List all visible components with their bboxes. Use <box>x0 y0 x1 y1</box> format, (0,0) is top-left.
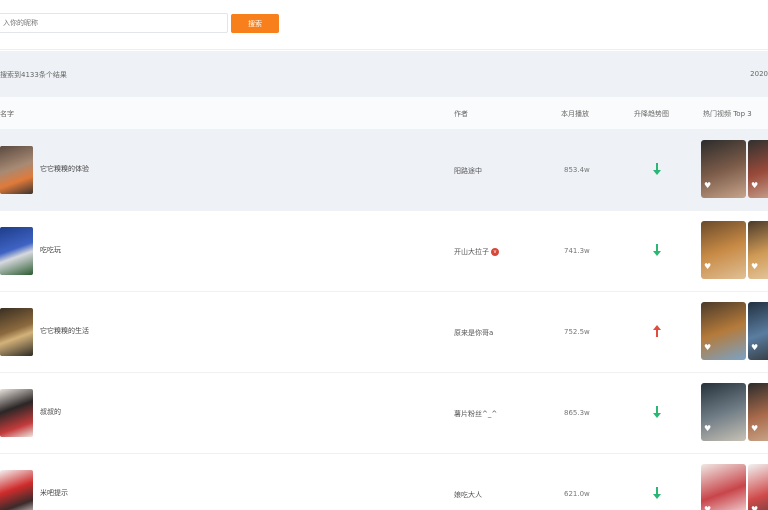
play-count: 621.0w <box>564 490 590 498</box>
heart-icon: ♥ <box>704 262 712 271</box>
top-video-thumbnail[interactable]: ♥ <box>748 383 768 441</box>
heart-icon: ♥ <box>704 424 712 433</box>
author-name[interactable]: 开山大拉子 v <box>454 247 499 257</box>
column-author[interactable]: 作者 <box>454 109 468 119</box>
author-name[interactable]: 原来是你哥a <box>454 328 493 338</box>
account-name[interactable]: 它它糗糗的生活 <box>40 326 89 336</box>
search-button[interactable]: 搜索 <box>231 14 279 33</box>
play-count: 752.5w <box>564 328 590 336</box>
heart-icon: ♥ <box>751 424 759 433</box>
play-count: 853.4w <box>564 166 590 174</box>
author-text: 阳路途中 <box>454 167 482 175</box>
trend-down-arrow-icon <box>653 163 661 175</box>
verified-badge-icon: v <box>491 248 499 256</box>
top-video-thumbnail[interactable]: ♥ <box>748 464 768 510</box>
account-name[interactable]: 米吧提示 <box>40 488 68 498</box>
result-count-text: 搜索到4133条个结果 <box>0 71 67 79</box>
top-video-thumbnail[interactable]: ♥ <box>701 464 746 510</box>
trend-up-arrow-icon <box>653 325 661 337</box>
column-trend[interactable]: 升降趋势图 <box>634 109 669 119</box>
top-video-thumbnail[interactable]: ♥ <box>748 140 768 198</box>
heart-icon: ♥ <box>704 505 712 510</box>
account-name[interactable]: 吃吃玩 <box>40 245 61 255</box>
heart-icon: ♥ <box>751 181 759 190</box>
account-avatar[interactable] <box>0 389 33 437</box>
author-text: 开山大拉子 <box>454 248 489 256</box>
top-video-thumbnail[interactable]: ♥ <box>701 383 746 441</box>
top-search-bar: 搜索 <box>0 0 768 50</box>
heart-icon: ♥ <box>704 343 712 352</box>
account-avatar[interactable] <box>0 308 33 356</box>
column-name[interactable]: 名字 <box>0 109 14 119</box>
author-text: 原来是你哥a <box>454 329 494 337</box>
result-date-text: 2020 <box>750 70 768 78</box>
account-avatar[interactable] <box>0 146 33 194</box>
author-text: 娘吃大人 <box>454 491 482 499</box>
column-top-videos[interactable]: 热门视频 Top 3 <box>703 109 752 119</box>
table-row[interactable]: 它它糗糗的体验 阳路途中 853.4w ♥ ♥ <box>0 130 768 211</box>
account-avatar[interactable] <box>0 227 33 275</box>
account-avatar[interactable] <box>0 470 33 510</box>
table-row[interactable]: 它它糗糗的生活 原来是你哥a 752.5w ♥ ♥ <box>0 292 768 373</box>
result-summary-bar: 搜索到4133条个结果 2020 <box>0 51 768 97</box>
top-video-thumbnail[interactable]: ♥ <box>748 302 768 360</box>
table-row[interactable]: 叔叔的 薯片粉丝^_^ 865.3w ♥ ♥ <box>0 373 768 454</box>
top-video-thumbnail[interactable]: ♥ <box>748 221 768 279</box>
heart-icon: ♥ <box>751 262 759 271</box>
heart-icon: ♥ <box>751 505 759 510</box>
search-input[interactable] <box>0 13 228 33</box>
trend-down-arrow-icon <box>653 487 661 499</box>
top-video-thumbnail[interactable]: ♥ <box>701 221 746 279</box>
author-text: 薯片粉丝^_^ <box>454 410 498 418</box>
table-header: 名字 作者 本月播放 升降趋势图 热门视频 Top 3 <box>0 97 768 130</box>
table-row[interactable]: 吃吃玩 开山大拉子 v 741.3w ♥ ♥ <box>0 211 768 292</box>
account-name[interactable]: 叔叔的 <box>40 407 61 417</box>
trend-down-arrow-icon <box>653 406 661 418</box>
top-video-thumbnail[interactable]: ♥ <box>701 302 746 360</box>
table-row[interactable]: 米吧提示 娘吃大人 621.0w ♥ ♥ <box>0 454 768 510</box>
play-count: 865.3w <box>564 409 590 417</box>
account-name[interactable]: 它它糗糗的体验 <box>40 164 89 174</box>
trend-down-arrow-icon <box>653 244 661 256</box>
play-count: 741.3w <box>564 247 590 255</box>
author-name[interactable]: 娘吃大人 <box>454 490 482 500</box>
top-video-thumbnail[interactable]: ♥ <box>701 140 746 198</box>
column-plays[interactable]: 本月播放 <box>561 109 589 119</box>
author-name[interactable]: 薯片粉丝^_^ <box>454 409 497 419</box>
heart-icon: ♥ <box>751 343 759 352</box>
author-name[interactable]: 阳路途中 <box>454 166 482 176</box>
heart-icon: ♥ <box>704 181 712 190</box>
